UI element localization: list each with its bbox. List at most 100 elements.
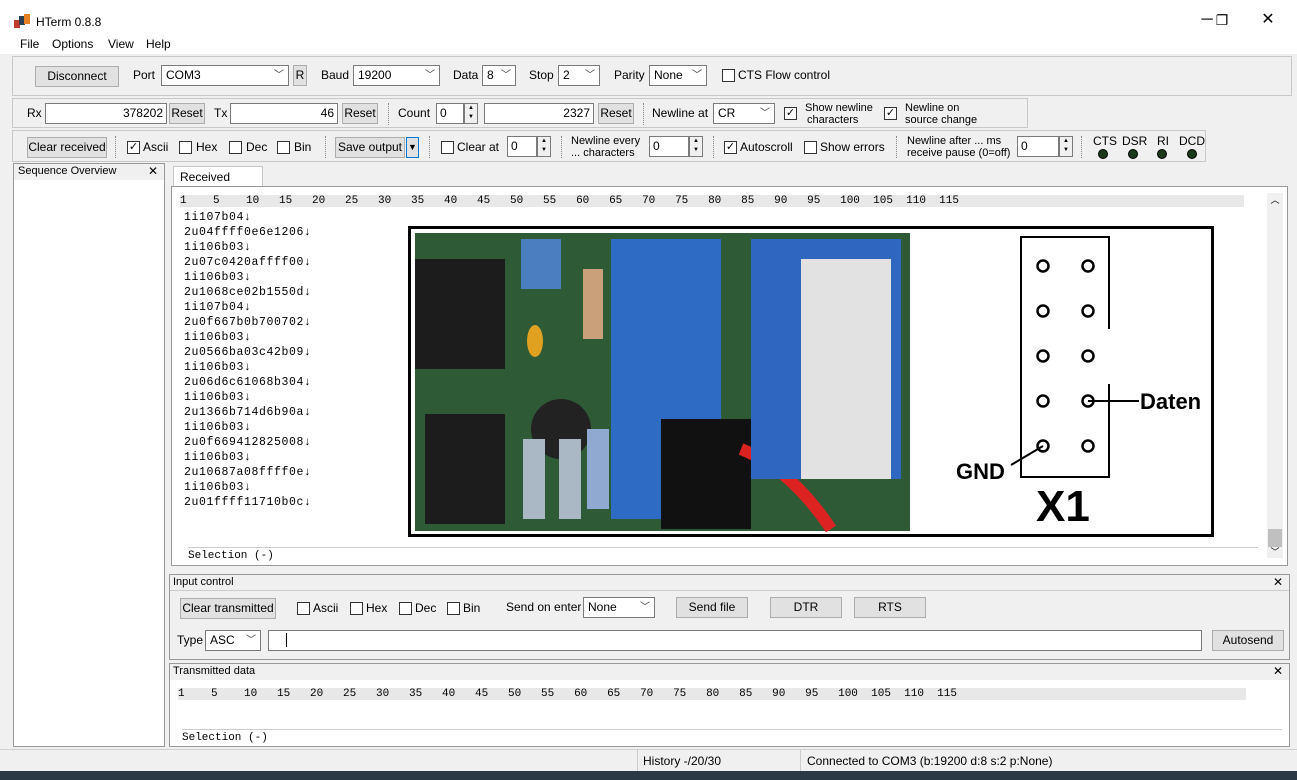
newline-after-label: Newline after ... ms receive pause (0=off… [907, 135, 1011, 159]
tx-ascii-checkbox[interactable] [297, 602, 310, 615]
newline-every-spinner[interactable]: ▲ ▼ [689, 136, 703, 157]
received-line: 1i106b03↓ [184, 271, 252, 284]
cts-led-label: CTS [1093, 134, 1117, 148]
received-line: 2u06d6c61068b304↓ [184, 376, 312, 389]
input-control-panel: Input control ✕ Clear transmitted Ascii … [169, 574, 1290, 660]
history-status: History -/20/30 [643, 754, 722, 768]
rx-bin-checkbox[interactable] [277, 141, 290, 154]
rx-dec-label: Dec [246, 140, 268, 154]
newline-after-field[interactable]: 0 [1017, 136, 1059, 157]
save-output-dropdown[interactable]: ▼ [406, 137, 419, 158]
dsr-led-label: DSR [1122, 134, 1148, 148]
close-icon[interactable]: ✕ [1273, 664, 1283, 678]
count-field[interactable]: 0 [436, 103, 464, 124]
dcd-led-label: DCD [1179, 134, 1205, 148]
stop-bits-select[interactable]: 2 ﹀ [558, 65, 600, 86]
rx-hex-label: Hex [196, 140, 218, 154]
save-output-button[interactable]: Save output [335, 137, 405, 158]
menu-view[interactable]: View [108, 37, 134, 51]
newline-at-select[interactable]: CR ﹀ [713, 103, 775, 124]
tx-dec-checkbox[interactable] [399, 602, 412, 615]
show-newline-label: Show newline characters [805, 102, 873, 126]
show-errors-checkbox[interactable] [804, 141, 817, 154]
menu-file[interactable]: File [20, 37, 39, 51]
received-scrollbar[interactable]: ︿ ﹀ [1267, 193, 1283, 558]
rx-count-field: 378202 [45, 103, 167, 124]
clear-at-checkbox[interactable] [441, 141, 454, 154]
separator [325, 136, 329, 158]
transmitted-ruler: 1 5 10 15 20 25 30 35 40 45 50 55 60 65 … [178, 688, 1246, 700]
baud-select[interactable]: 19200 ﹀ [353, 65, 440, 86]
count-total-field: 2327 [484, 103, 594, 124]
tx-label: Tx [214, 106, 228, 120]
scroll-up-icon[interactable]: ︿ [1267, 193, 1283, 206]
close-icon[interactable]: ✕ [1273, 575, 1283, 589]
clear-received-button[interactable]: Clear received [27, 137, 107, 158]
title-bar: HTerm 0.8.8 ─ ❐ ✕ [0, 0, 1297, 36]
rx-hex-checkbox[interactable] [179, 141, 192, 154]
received-line: 1i106b03↓ [184, 451, 252, 464]
parity-select[interactable]: None ﹀ [649, 65, 707, 86]
autoscroll-checkbox[interactable]: ✓ [724, 141, 737, 154]
rx-bin-label: Bin [294, 140, 312, 154]
scroll-down-icon[interactable]: ﹀ [1267, 545, 1283, 558]
tx-bin-checkbox[interactable] [447, 602, 460, 615]
separator [896, 136, 900, 158]
newline-source-checkbox[interactable]: ✓ [884, 107, 897, 120]
dtr-button[interactable]: DTR [770, 597, 842, 618]
clear-at-spinner[interactable]: ▲ ▼ [537, 136, 551, 157]
clear-transmitted-button[interactable]: Clear transmitted [180, 598, 276, 619]
menu-options[interactable]: Options [52, 37, 93, 51]
close-window-button[interactable]: ✕ [1253, 8, 1283, 32]
clear-at-field[interactable]: 0 [507, 136, 537, 157]
tx-hex-checkbox[interactable] [350, 602, 363, 615]
connection-status: Connected to COM3 (b:19200 d:8 s:2 p:Non… [807, 754, 1053, 768]
data-bits-select[interactable]: 8 ﹀ [482, 65, 516, 86]
autosend-button[interactable]: Autosend [1212, 630, 1284, 651]
taskbar [0, 771, 1297, 780]
receive-options-toolbar: Clear received ✓ Ascii Hex Dec Bin Save … [12, 130, 1206, 162]
separator [1081, 136, 1085, 158]
port-select[interactable]: COM3 ﹀ [161, 65, 289, 86]
rx-reset-button[interactable]: Reset [169, 103, 205, 124]
rx-ascii-checkbox[interactable]: ✓ [127, 141, 140, 154]
received-line: 2u0f667b0b700702↓ [184, 316, 312, 329]
clear-at-label: Clear at [457, 140, 500, 154]
show-newline-checkbox[interactable]: ✓ [784, 107, 797, 120]
tx-ascii-label: Ascii [313, 601, 339, 615]
newline-source-label: Newline on source change [905, 102, 978, 126]
transmitted-selection: Selection (-) [182, 729, 1282, 744]
separator [643, 103, 647, 125]
show-errors-label: Show errors [820, 140, 885, 154]
restore-button[interactable]: ❐ [1207, 8, 1237, 32]
menu-help[interactable]: Help [146, 37, 171, 51]
send-on-enter-select[interactable]: None ﹀ [583, 597, 655, 618]
count-spinner[interactable]: ▲ ▼ [464, 103, 478, 124]
newline-every-label: Newline every... characters [571, 135, 641, 159]
received-selection: Selection (-) [188, 547, 1258, 562]
rts-button[interactable]: RTS [854, 597, 926, 618]
chevron-down-icon: ﹀ [640, 602, 650, 613]
chevron-down-icon: ﹀ [274, 70, 284, 81]
type-select[interactable]: ASC ﹀ [205, 630, 261, 651]
tab-received-data[interactable]: Received Data [173, 166, 263, 198]
newline-every-field[interactable]: 0 [649, 136, 689, 157]
chevron-down-icon: ﹀ [501, 70, 511, 81]
newline-after-spinner[interactable]: ▲ ▼ [1059, 136, 1073, 157]
chevron-down-icon: ﹀ [692, 70, 702, 81]
tx-bin-label: Bin [463, 601, 481, 615]
count-reset-button[interactable]: Reset [598, 103, 634, 124]
disconnect-button[interactable]: Disconnect [35, 66, 119, 87]
separator [115, 136, 119, 158]
rx-dec-checkbox[interactable] [229, 141, 242, 154]
received-line: 2u0f669412825008↓ [184, 436, 312, 449]
type-label: Type [177, 633, 204, 647]
cts-flow-checkbox[interactable] [722, 69, 735, 82]
parity-label: Parity [614, 68, 645, 82]
close-icon[interactable]: ✕ [148, 164, 158, 178]
transmit-input[interactable] [268, 630, 1202, 651]
send-file-button[interactable]: Send file [676, 597, 748, 618]
rescan-port-button[interactable]: R [293, 65, 307, 86]
tx-reset-button[interactable]: Reset [342, 103, 378, 124]
tx-dec-label: Dec [415, 601, 437, 615]
